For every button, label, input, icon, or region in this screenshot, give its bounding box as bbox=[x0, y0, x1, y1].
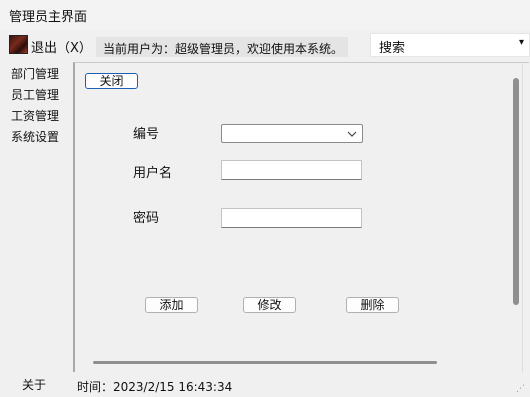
app-logo-icon bbox=[9, 35, 28, 54]
window-title: 管理员主界面 bbox=[9, 10, 88, 25]
username-label: 用户名 bbox=[133, 166, 173, 181]
id-select[interactable] bbox=[221, 124, 363, 143]
delete-button[interactable]: 删除 bbox=[346, 297, 399, 313]
sidebar-item-settings[interactable]: 系统设置 bbox=[11, 128, 59, 145]
password-input[interactable] bbox=[221, 208, 362, 228]
chevron-down-icon bbox=[347, 131, 357, 137]
search-dropdown-label: 搜索 bbox=[379, 41, 406, 56]
status-time: 时间：2023/2/15 16:43:34 bbox=[77, 380, 233, 394]
vertical-scrollbar-track[interactable] bbox=[522, 62, 523, 372]
horizontal-scrollbar-thumb[interactable] bbox=[93, 361, 437, 364]
resize-grip-icon[interactable]: ⋰ bbox=[516, 384, 526, 394]
sidebar-item-salary[interactable]: 工资管理 bbox=[11, 107, 59, 124]
username-input[interactable] bbox=[221, 160, 362, 180]
sidebar-item-departments[interactable]: 部门管理 bbox=[11, 65, 59, 82]
edit-button[interactable]: 修改 bbox=[243, 297, 296, 313]
search-dropdown[interactable]: 搜索 ▾ bbox=[370, 33, 530, 57]
vertical-scrollbar-thumb[interactable] bbox=[513, 78, 519, 305]
add-button[interactable]: 添加 bbox=[145, 297, 198, 313]
close-button[interactable]: 关闭 bbox=[85, 73, 138, 89]
about-button[interactable]: 关于 bbox=[22, 376, 46, 393]
sidebar-item-employees[interactable]: 员工管理 bbox=[11, 86, 59, 103]
chevron-down-icon: ▾ bbox=[518, 37, 524, 48]
logout-button[interactable]: 退出（X） bbox=[31, 37, 92, 56]
id-label: 编号 bbox=[133, 127, 160, 142]
current-user-message: 当前用户为：超级管理员，欢迎使用本系统。 bbox=[96, 37, 348, 57]
password-label: 密码 bbox=[133, 211, 160, 226]
